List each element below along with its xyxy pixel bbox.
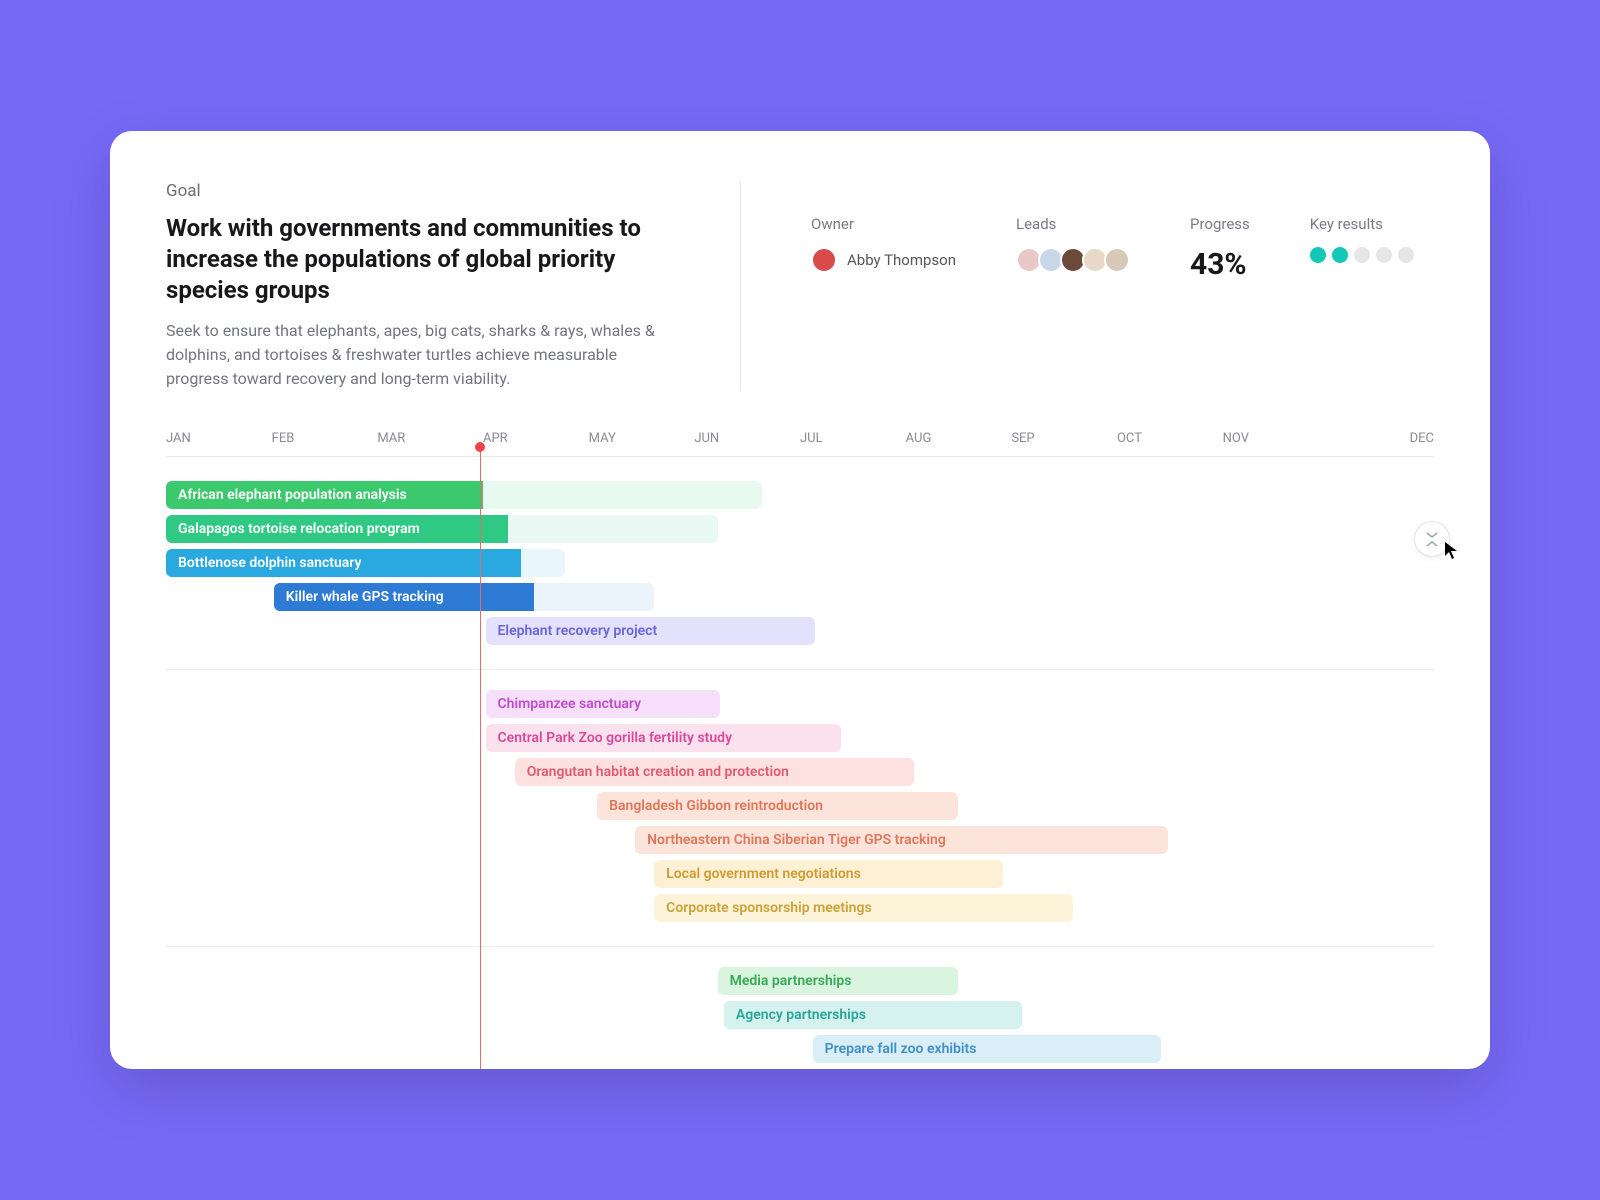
month-label: JUL xyxy=(800,431,906,446)
task-bar[interactable]: Bangladesh Gibbon reintroduction xyxy=(597,792,958,820)
leads-avatars[interactable] xyxy=(1016,247,1130,273)
task-bar[interactable]: Central Park Zoo gorilla fertility study xyxy=(486,724,841,752)
month-label: SEP xyxy=(1011,431,1117,446)
progress-block: Progress 43% xyxy=(1190,215,1250,282)
owner-avatar xyxy=(811,247,837,273)
task-bar[interactable]: Chimpanzee sanctuary xyxy=(486,690,721,718)
task-group: African elephant population analysis Gala… xyxy=(166,473,1434,659)
lead-avatar xyxy=(1104,247,1130,273)
task-row: Orangutan habitat creation and protectio… xyxy=(166,758,1434,788)
task-bar-extension xyxy=(521,549,565,577)
header-right: Owner Abby Thompson Leads Progress 43% K… xyxy=(811,181,1434,391)
owner-block: Owner Abby Thompson xyxy=(811,215,956,273)
today-line xyxy=(480,447,481,1069)
cursor-icon xyxy=(1444,541,1460,561)
key-result-dot xyxy=(1310,247,1326,263)
month-label: OCT xyxy=(1117,431,1223,446)
task-row: Prepare fall zoo exhibits xyxy=(166,1035,1434,1065)
owner-row[interactable]: Abby Thompson xyxy=(811,247,956,273)
task-row: African elephant population analysis xyxy=(166,481,1434,511)
header-left: Goal Work with governments and communiti… xyxy=(166,181,741,391)
key-result-dot xyxy=(1332,247,1348,263)
task-bar[interactable]: Galapagos tortoise relocation program xyxy=(166,515,508,543)
task-bar[interactable]: Bottlenose dolphin sanctuary xyxy=(166,549,521,577)
task-bar[interactable]: Agency partnerships xyxy=(724,1001,1022,1029)
task-row: Bangladesh Gibbon reintroduction xyxy=(166,792,1434,822)
key-result-dot xyxy=(1354,247,1370,263)
task-bar[interactable]: Orangutan habitat creation and protectio… xyxy=(515,758,914,786)
task-row: Killer whale GPS tracking xyxy=(166,583,1434,613)
task-row: Elephant recovery project xyxy=(166,617,1434,647)
task-bar[interactable]: African elephant population analysis xyxy=(166,481,483,509)
task-row: Agency partnerships xyxy=(166,1001,1434,1031)
task-row: Galapagos tortoise relocation program xyxy=(166,515,1434,545)
goal-title: Work with governments and communities to… xyxy=(166,213,680,307)
task-group: Chimpanzee sanctuary Central Park Zoo gor… xyxy=(166,669,1434,936)
task-bar[interactable]: Media partnerships xyxy=(718,967,959,995)
month-label: MAY xyxy=(589,431,695,446)
goal-card: Goal Work with governments and communiti… xyxy=(110,131,1490,1069)
month-label: JUN xyxy=(694,431,800,446)
month-label: JAN xyxy=(166,431,272,446)
task-bar[interactable]: Elephant recovery project xyxy=(486,617,816,645)
task-bar-extension xyxy=(483,481,762,509)
key-results-label: Key results xyxy=(1310,215,1414,233)
goal-description: Seek to ensure that elephants, apes, big… xyxy=(166,319,680,391)
leads-block: Leads xyxy=(1016,215,1130,273)
key-result-dot xyxy=(1376,247,1392,263)
month-label: FEB xyxy=(272,431,378,446)
task-row: Media partnerships xyxy=(166,967,1434,997)
gantt-chart: African elephant population analysis Gala… xyxy=(166,473,1434,1069)
key-results-block: Key results xyxy=(1310,215,1414,263)
progress-label: Progress xyxy=(1190,215,1250,233)
task-bar[interactable]: Corporate sponsorship meetings xyxy=(654,894,1072,922)
leads-label: Leads xyxy=(1016,215,1130,233)
task-group: Media partnerships Agency partnerships Pre… xyxy=(166,946,1434,1069)
task-bar[interactable]: Killer whale GPS tracking xyxy=(274,583,534,611)
task-row: Corporate sponsorship meetings xyxy=(166,894,1434,924)
chevron-down-icon xyxy=(1426,531,1438,539)
month-label: MAR xyxy=(377,431,483,446)
task-row: Local government negotiations xyxy=(166,860,1434,890)
today-dot xyxy=(475,442,485,452)
progress-value: 43% xyxy=(1190,247,1250,282)
task-row: Bottlenose dolphin sanctuary xyxy=(166,549,1434,579)
key-results-dots xyxy=(1310,247,1414,263)
task-bar[interactable]: Northeastern China Siberian Tiger GPS tr… xyxy=(635,826,1168,854)
task-row: Northeastern China Siberian Tiger GPS tr… xyxy=(166,826,1434,856)
key-result-dot xyxy=(1398,247,1414,263)
task-bar-extension xyxy=(508,515,717,543)
month-label: AUG xyxy=(906,431,1012,446)
task-row: Chimpanzee sanctuary xyxy=(166,690,1434,720)
month-label: DEC xyxy=(1328,431,1434,446)
owner-name: Abby Thompson xyxy=(847,251,956,269)
task-row: Central Park Zoo gorilla fertility study xyxy=(166,724,1434,754)
task-bar[interactable]: Prepare fall zoo exhibits xyxy=(813,1035,1162,1063)
task-bar[interactable]: Local government negotiations xyxy=(654,860,1003,888)
chevron-up-icon xyxy=(1426,540,1438,548)
task-bar-extension xyxy=(534,583,654,611)
timeline-months: JANFEBMARAPRMAYJUNJULAUGSEPOCTNOVDEC xyxy=(166,431,1434,457)
header: Goal Work with governments and communiti… xyxy=(166,181,1434,431)
goal-label: Goal xyxy=(166,181,680,201)
owner-label: Owner xyxy=(811,215,956,233)
month-label: NOV xyxy=(1223,431,1329,446)
month-label: APR xyxy=(483,431,589,446)
